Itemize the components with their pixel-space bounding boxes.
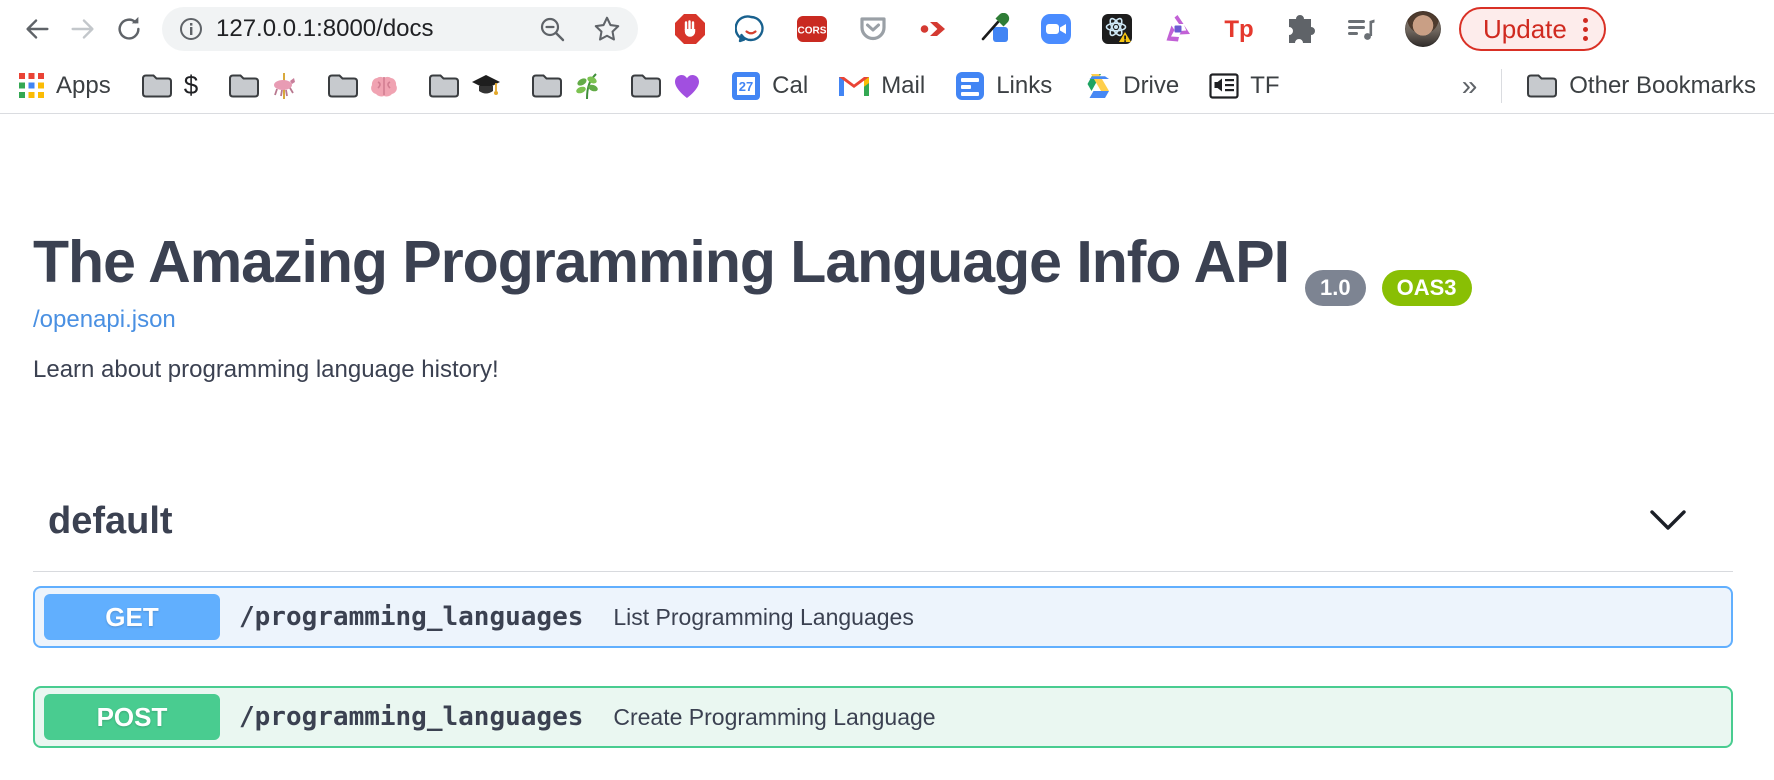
blue-list-icon [955,71,985,101]
oas3-badge: OAS3 [1382,270,1472,306]
folder-icon [141,73,173,99]
google-calendar-icon: 27 [731,71,761,101]
bookmark-folder-dollar[interactable]: $ [141,70,198,101]
other-bookmarks[interactable]: Other Bookmarks [1526,72,1756,100]
api-description: Learn about programming language history… [33,356,499,384]
tf-label: TF [1250,72,1279,100]
herb-icon [574,72,600,100]
recycle-extension-icon[interactable] [1162,13,1194,45]
mail-label: Mail [881,72,925,100]
pocket-extension-icon[interactable] [857,13,889,45]
drive-label: Drive [1123,72,1179,100]
folder-icon [1526,73,1558,99]
bookmark-folder-brain[interactable] [327,73,398,99]
collapse-chevron-icon[interactable] [1649,508,1687,534]
red-redirect-extension-icon[interactable] [918,13,950,45]
folder-icon [630,73,662,99]
bookmarks-right-group: » Other Bookmarks [1456,69,1756,103]
carousel-horse-icon [271,72,297,100]
extensions-row: CORS Tp [674,13,1377,45]
zoom-out-icon[interactable] [538,15,566,43]
folder-icon [228,73,260,99]
bookmark-star-icon[interactable] [592,14,622,44]
folder-icon [327,73,359,99]
folder-icon [428,73,460,99]
folder-icon [531,73,563,99]
graduation-cap-icon [471,73,501,99]
site-info-icon[interactable] [178,16,204,42]
bookmark-tf[interactable]: TF [1209,72,1279,100]
tag-title: default [48,500,173,543]
bookmark-apps[interactable]: Apps [18,72,111,100]
tag-divider [33,571,1733,572]
forward-arrow-icon [68,14,98,44]
stop-hand-extension-icon[interactable] [674,13,706,45]
links-label: Links [996,72,1052,100]
bookmark-folder-carousel[interactable] [228,72,297,100]
post-path: /programming_languages [239,702,583,732]
bookmark-mail[interactable]: Mail [838,72,925,100]
reload-button[interactable] [106,6,152,52]
dollar-label: $ [184,70,198,101]
swagger-page: The Amazing Programming Language Info AP… [0,114,1774,780]
bookmarks-overflow-chevron[interactable]: » [1462,70,1478,102]
get-method-badge: GET [44,594,220,640]
update-label: Update [1483,14,1567,45]
tp-extension-icon[interactable]: Tp [1223,13,1255,45]
bookmark-folder-graduation[interactable] [428,73,501,99]
bookmark-drive[interactable]: Drive [1082,72,1179,100]
apps-label: Apps [56,72,111,100]
post-summary: Create Programming Language [613,704,935,731]
gmail-icon [838,74,870,98]
extensions-puzzle-icon[interactable] [1284,13,1316,45]
calendar-label: Cal [772,72,808,100]
color-picker-extension-icon[interactable] [979,13,1011,45]
cors-label: CORS [798,26,827,37]
update-button[interactable]: Update [1459,7,1606,51]
browser-menu-kebab-icon[interactable] [1583,18,1588,41]
back-arrow-icon [22,14,52,44]
bookmark-folder-purple-heart[interactable] [630,73,701,99]
get-path: /programming_languages [239,602,583,632]
operation-row-get[interactable]: GET /programming_languages List Programm… [33,586,1733,648]
zoom-video-extension-icon[interactable] [1040,13,1072,45]
calendar-day-label: 27 [739,79,753,94]
apps-grid-icon [18,72,45,99]
version-badge: 1.0 [1305,270,1366,306]
url-text[interactable]: 127.0.0.1:8000/docs [216,15,434,43]
bookmark-folder-herb[interactable] [531,72,600,100]
doc-announce-icon [1209,73,1239,99]
browser-toolbar: 127.0.0.1:8000/docs CORS [0,0,1774,58]
google-drive-icon [1082,72,1112,100]
brain-icon [370,74,398,98]
back-button[interactable] [14,6,60,52]
api-title-text: The Amazing Programming Language Info AP… [33,229,1289,295]
tag-section-header[interactable]: default [33,492,1733,550]
forward-button[interactable] [60,6,106,52]
openapi-json-link[interactable]: /openapi.json [33,306,176,334]
chat-bubble-extension-icon[interactable] [735,13,767,45]
other-bookmarks-label: Other Bookmarks [1569,72,1756,100]
react-devtools-extension-icon[interactable] [1101,13,1133,45]
profile-avatar[interactable] [1405,11,1441,47]
music-playlist-icon[interactable] [1345,13,1377,45]
reload-icon [114,14,144,44]
post-method-badge: POST [44,694,220,740]
operation-row-post[interactable]: POST /programming_languages Create Progr… [33,686,1733,748]
bookmarks-bar: Apps $ 27 Cal Mail Links Drive [0,58,1774,114]
bookmark-calendar[interactable]: 27 Cal [731,71,808,101]
bookmarks-divider [1501,69,1502,103]
tp-label: Tp [1224,16,1253,43]
api-title: The Amazing Programming Language Info AP… [33,228,1472,296]
bookmark-links[interactable]: Links [955,71,1052,101]
address-bar[interactable]: 127.0.0.1:8000/docs [162,7,638,51]
cors-extension-icon[interactable]: CORS [796,13,828,45]
purple-heart-icon [673,73,701,99]
get-summary: List Programming Languages [613,604,913,631]
